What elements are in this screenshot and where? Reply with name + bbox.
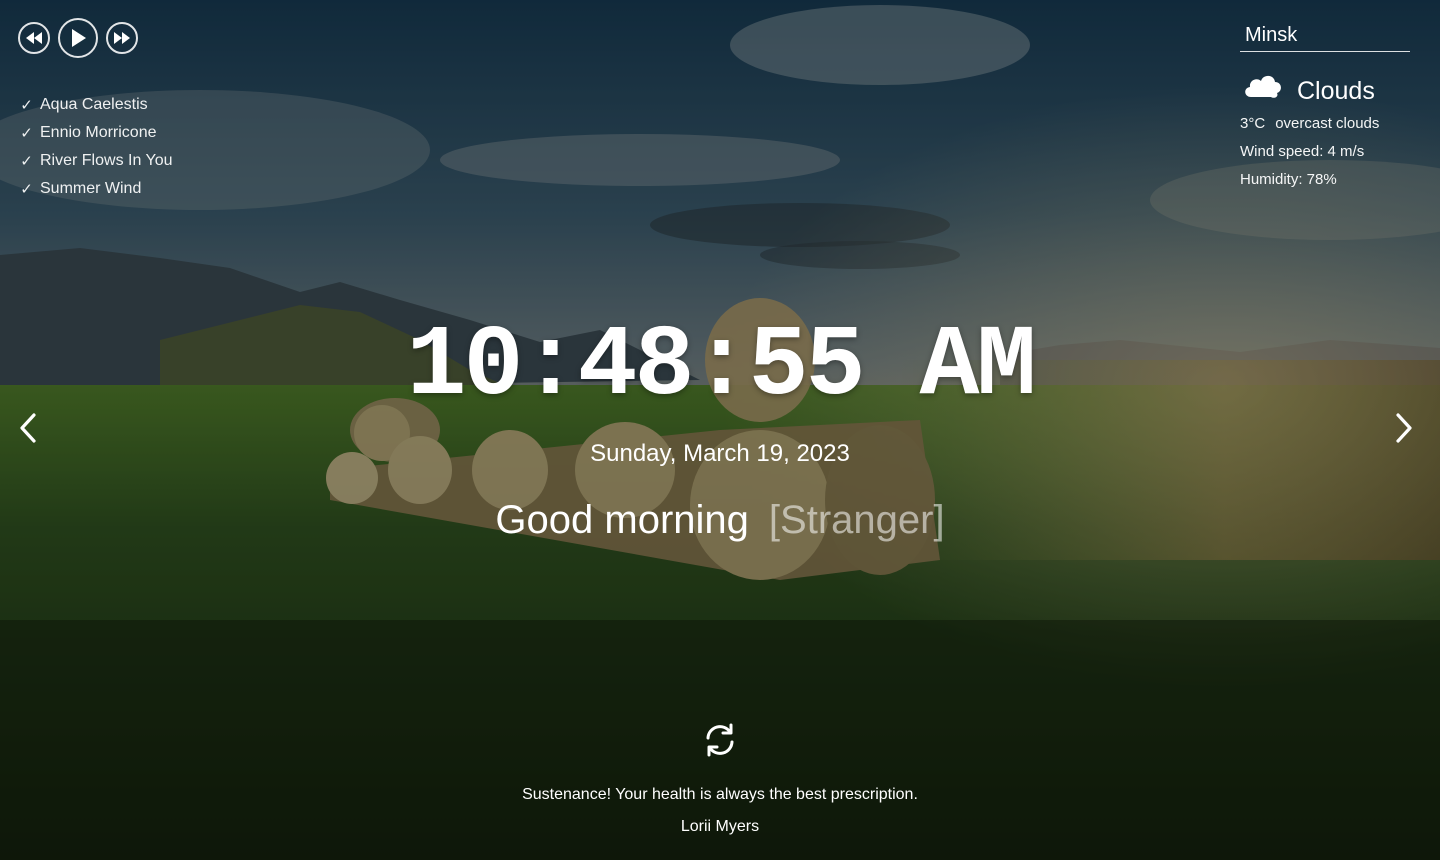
rewind-icon [26,32,42,44]
quote-author: Lorii Myers [680,818,760,835]
temperature: 3°C [1240,115,1266,132]
audio-player-controls [18,18,138,58]
momentum-page: ✓ Aqua Caelestis ✓ Ennio Morricone ✓ Riv… [0,0,1440,860]
play-button[interactable] [58,18,98,58]
weather-description: Clouds [1297,76,1375,105]
track-title: Aqua Caelestis [40,96,148,113]
clock-time: 10:48:55 AM [406,311,1036,424]
weather-details: overcast clouds [1275,115,1380,132]
check-icon: ✓ [20,125,33,142]
humidity: Humidity: 78% [1240,171,1337,188]
playlist: ✓ Aqua Caelestis ✓ Ennio Morricone ✓ Riv… [19,91,173,203]
check-icon: ✓ [20,181,33,198]
temperature-row: 3°C overcast clouds [1240,110,1412,138]
greeting-container: Good morning [Stranger] [0,498,1440,543]
track-title: Summer Wind [40,180,142,197]
clock-date: Sunday, March 19, 2023 [590,440,850,467]
playlist-item[interactable]: ✓ River Flows In You [19,147,173,175]
change-quote-button[interactable] [701,723,739,761]
check-icon: ✓ [20,153,33,170]
refresh-icon [702,722,738,763]
playlist-item[interactable]: ✓ Ennio Morricone [19,119,173,147]
playlist-item[interactable]: ✓ Summer Wind [19,175,173,203]
greeting-text: Good morning [495,498,749,542]
weather-summary: Clouds [1240,66,1412,110]
playlist-item[interactable]: ✓ Aqua Caelestis [19,91,173,119]
name-input[interactable]: [Stranger] [769,498,945,543]
cloud-icon [1240,69,1285,108]
weather-widget: Clouds 3°C overcast clouds Wind speed: 4 … [1240,20,1412,194]
track-title: River Flows In You [40,152,173,169]
fast-forward-icon [114,32,130,44]
play-icon [70,29,86,47]
track-title: Ennio Morricone [40,124,157,141]
fast-forward-button[interactable] [106,22,138,54]
check-icon: ✓ [20,97,33,114]
city-input[interactable] [1240,20,1410,52]
wind-speed: Wind speed: 4 m/s [1240,143,1365,160]
rewind-button[interactable] [18,22,50,54]
quote-text: Sustenance! Your health is always the be… [522,786,918,803]
